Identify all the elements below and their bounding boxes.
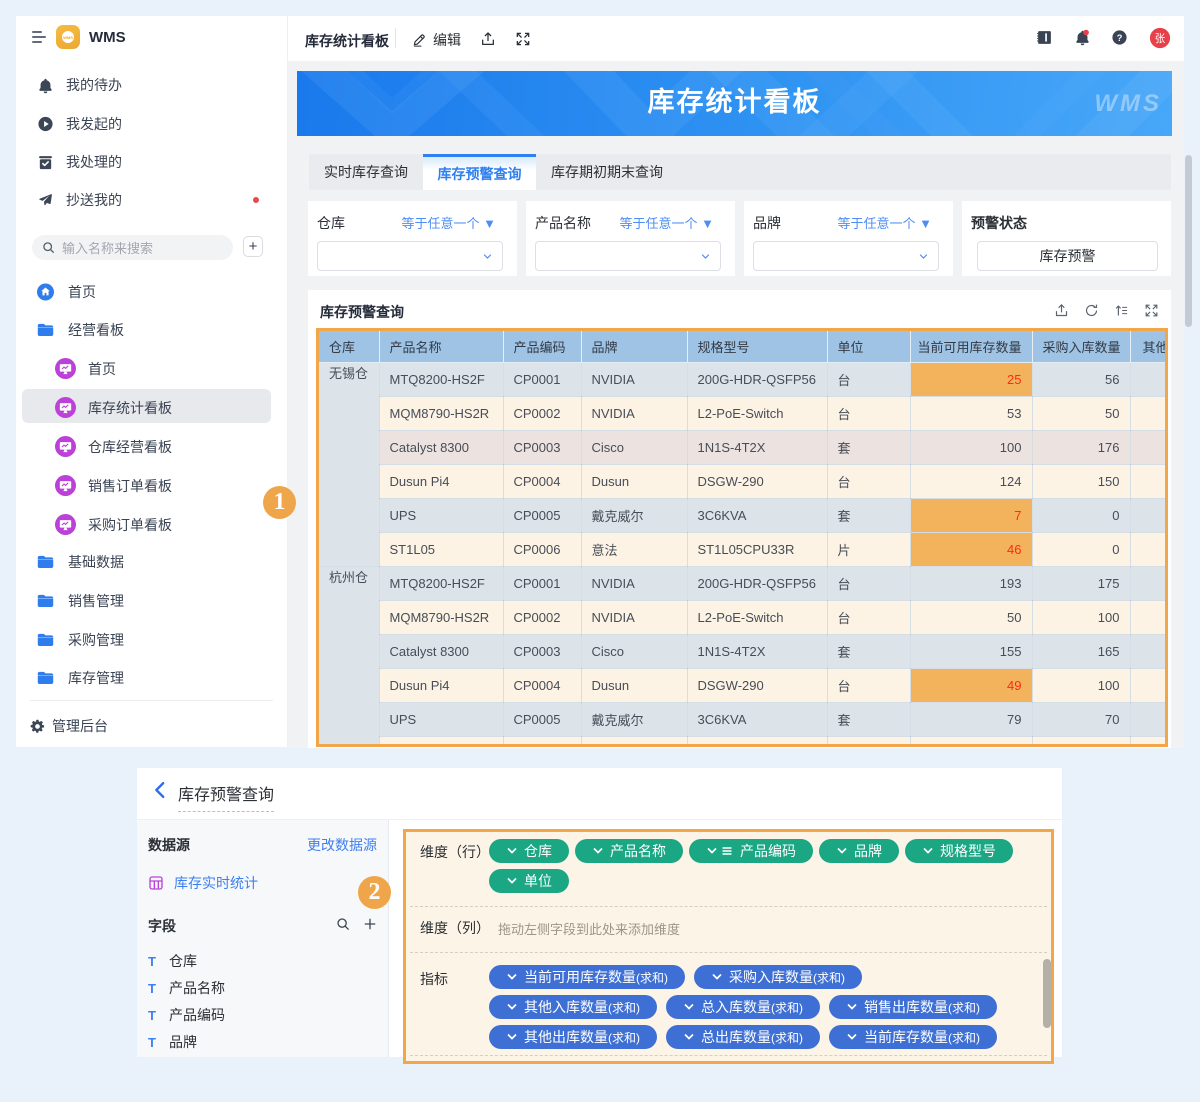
svg-text:?: ? (1117, 33, 1123, 43)
svg-text:张: 张 (1155, 33, 1166, 45)
